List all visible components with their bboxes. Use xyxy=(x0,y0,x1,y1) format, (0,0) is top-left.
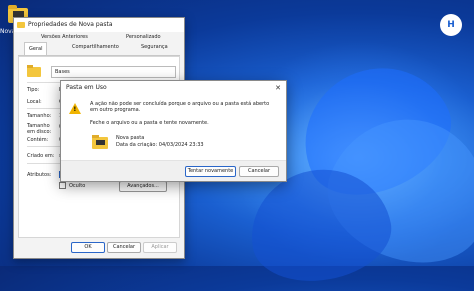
created-label: Criado em: xyxy=(27,153,55,159)
folder-name-field[interactable]: Bases xyxy=(51,66,176,78)
folder-icon xyxy=(27,65,41,77)
retry-button[interactable]: Tentar novamente xyxy=(185,166,236,177)
tab-customize[interactable]: Personalizado xyxy=(126,34,161,40)
properties-title: Propriedades de Nova pasta xyxy=(28,21,113,28)
tab-general[interactable]: Geral xyxy=(24,42,48,55)
apply-button[interactable]: Aplicar xyxy=(143,242,177,253)
tab-previous-versions[interactable]: Versões Anteriores xyxy=(41,34,88,40)
size-label: Tamanho: xyxy=(27,113,52,119)
tab-security[interactable]: Segurança xyxy=(141,44,168,50)
properties-tabs: Versões Anteriores Personalizado Geral C… xyxy=(14,32,184,56)
location-label: Local: xyxy=(27,99,42,105)
dialog-button-bar: Tentar novamente Cancelar xyxy=(61,160,286,181)
dialog-title: Pasta em Uso xyxy=(66,84,107,91)
hidden-checkbox[interactable] xyxy=(59,182,66,189)
logo-text: H xyxy=(447,20,455,30)
folder-icon xyxy=(17,22,25,28)
dialog-cancel-button[interactable]: Cancelar xyxy=(239,166,279,177)
folder-icon xyxy=(92,135,108,149)
dialog-message: A ação não pode ser concluída porque o a… xyxy=(90,101,270,113)
dialog-title-bar: Pasta em Uso ✕ xyxy=(61,81,286,95)
advanced-button[interactable]: Avançados... xyxy=(119,181,167,192)
cancel-button[interactable]: Cancelar xyxy=(107,242,141,253)
properties-title-bar: Propriedades de Nova pasta xyxy=(14,18,184,32)
type-label: Tipo: xyxy=(27,87,40,93)
warning-mark: ! xyxy=(73,106,77,113)
hidden-checkbox-label: Oculto xyxy=(69,183,86,189)
attributes-label: Atributos: xyxy=(27,172,52,178)
dialog-hint: Feche o arquivo ou a pasta e tente novam… xyxy=(90,120,209,126)
file-date: Data da criação: 04/03/2024 23:33 xyxy=(116,142,204,148)
size-on-disk-label: Tamanho em disco: xyxy=(27,123,52,135)
file-name: Nova pasta xyxy=(116,135,145,141)
close-icon[interactable]: ✕ xyxy=(275,81,281,95)
contains-label: Contém: xyxy=(27,137,49,143)
channel-logo: H xyxy=(440,14,462,36)
ok-button[interactable]: OK xyxy=(71,242,105,253)
file-in-use-dialog: Pasta em Uso ✕ ! A ação não pode ser con… xyxy=(60,80,287,182)
tab-sharing[interactable]: Compartilhamento xyxy=(72,44,119,50)
